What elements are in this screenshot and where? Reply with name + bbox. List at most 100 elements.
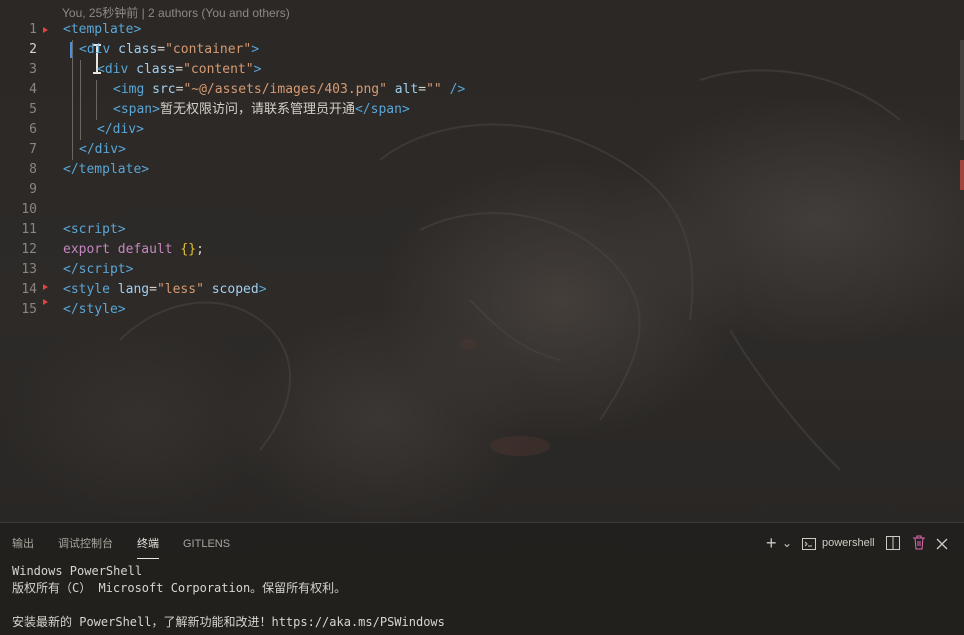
tab-terminal[interactable]: 终端	[137, 535, 159, 559]
code-line-12[interactable]: export default {};	[63, 240, 204, 260]
code-line-2[interactable]: <div class="container">	[79, 40, 259, 60]
terminal-line: 安装最新的 PowerShell，了解新功能和改进！https://aka.ms…	[12, 615, 445, 629]
attr-name: scoped	[203, 282, 259, 297]
attr-name: lang	[109, 282, 150, 297]
tag-bracket: >	[253, 62, 262, 77]
tag-bracket: >	[136, 122, 144, 137]
terminal-line: Windows PowerShell	[12, 564, 143, 578]
line-number: 5	[29, 102, 37, 117]
tag-bracket: <	[97, 62, 105, 77]
scrollbar-change-marker	[960, 160, 964, 190]
tab-gitlens[interactable]: GITLENS	[183, 535, 230, 553]
line-number: 7	[29, 142, 37, 157]
text-cursor	[70, 42, 72, 58]
attr-name: class	[110, 42, 158, 57]
tag-name: div	[86, 42, 111, 57]
tab-debug-console[interactable]: 调试控制台	[58, 535, 113, 553]
tag-bracket: >	[258, 282, 267, 297]
span-text: 暂无权限访问，请联系管理员开通	[159, 102, 355, 117]
braces: {}	[180, 242, 197, 257]
line-number: 8	[29, 162, 37, 177]
tag-name: template	[70, 22, 134, 37]
code-line-8[interactable]: </template>	[63, 160, 149, 180]
attr-value: "content"	[183, 62, 254, 77]
indent-guide	[72, 40, 73, 160]
tag-bracket: >	[401, 102, 410, 117]
line-number: 12	[21, 242, 37, 257]
diff-deleted-marker[interactable]	[43, 284, 48, 290]
terminal-line: 版权所有（C） Microsoft Corporation。保留所有权利。	[12, 581, 347, 595]
code-line-5[interactable]: <span>暂无权限访问，请联系管理员开通</span>	[113, 100, 410, 120]
attr-name: alt	[386, 82, 419, 97]
code-line-3[interactable]: <div class="content">	[97, 60, 261, 80]
code-line-1[interactable]: <template>	[63, 20, 141, 40]
tag-bracket: >	[133, 22, 142, 37]
equals: =	[149, 282, 157, 297]
line-number: 9	[29, 182, 37, 197]
tag-bracket: </	[97, 122, 113, 137]
attr-name: src	[144, 82, 176, 97]
trash-icon[interactable]	[912, 535, 926, 550]
line-number: 10	[21, 202, 37, 217]
bottom-panel: 输出 调试控制台 终端 GITLENS + ⌄ powershell Windo…	[0, 522, 964, 635]
tag-bracket: <	[63, 222, 71, 237]
code-line-7[interactable]: </div>	[79, 140, 126, 160]
code-line-4[interactable]: <img src="~@/assets/images/403.png" alt=…	[113, 80, 465, 100]
indent-guide	[96, 80, 97, 120]
line-number: 14	[21, 282, 37, 297]
tab-output[interactable]: 输出	[12, 535, 34, 553]
tag-name: span	[120, 102, 153, 117]
line-number: 4	[29, 82, 37, 97]
attr-value: "container"	[165, 42, 252, 57]
tag-bracket: <	[113, 82, 121, 97]
terminal-icon[interactable]	[802, 536, 816, 550]
tag-bracket: <	[63, 22, 71, 37]
editor-scrollbar[interactable]	[960, 40, 964, 140]
line-number: 6	[29, 122, 37, 137]
tag-bracket: >	[118, 142, 126, 157]
code-line-13[interactable]: </script>	[63, 260, 133, 280]
tag-name: script	[78, 262, 126, 277]
line-number: 13	[21, 262, 37, 277]
code-line-14[interactable]: <style lang="less" scoped>	[63, 280, 267, 300]
equals: =	[418, 82, 427, 97]
close-icon[interactable]	[936, 536, 948, 550]
tag-name: script	[70, 222, 118, 237]
attr-value: "less"	[156, 282, 204, 297]
tag-name: div	[94, 142, 119, 157]
tag-bracket: <	[79, 42, 87, 57]
plus-icon[interactable]: +	[766, 533, 777, 553]
diff-deleted-marker[interactable]	[43, 299, 48, 305]
chevron-down-icon[interactable]: ⌄	[782, 533, 792, 553]
tag-bracket: </	[63, 302, 79, 317]
code-editor[interactable]: You, 25秒钟前 | 2 authors (You and others) …	[0, 0, 964, 522]
attr-value: "~@/assets/images/403.png"	[183, 82, 387, 97]
code-line-11[interactable]: <script>	[63, 220, 126, 240]
diff-deleted-marker[interactable]	[43, 27, 48, 33]
code-line-15[interactable]: </style>	[63, 300, 126, 320]
semicolon: ;	[196, 242, 204, 257]
indent-guide	[80, 60, 81, 140]
tag-bracket: <	[113, 102, 121, 117]
tag-name: span	[370, 102, 402, 117]
tag-bracket: </	[63, 162, 79, 177]
tag-name: style	[70, 282, 110, 297]
equals: =	[175, 62, 184, 77]
line-number-active: 2	[29, 42, 37, 57]
shell-name[interactable]: powershell	[822, 533, 875, 553]
tag-bracket: </	[79, 142, 95, 157]
tag-name: div	[112, 122, 137, 137]
terminal-output[interactable]: Windows PowerShell 版权所有（C） Microsoft Cor…	[12, 563, 952, 631]
tag-name: div	[104, 62, 129, 77]
keyword: export	[63, 242, 110, 257]
attr-value: ""	[426, 82, 442, 97]
tag-bracket: >	[141, 162, 150, 177]
tag-bracket: >	[152, 102, 160, 117]
line-number: 11	[21, 222, 37, 237]
split-icon[interactable]	[886, 536, 900, 550]
tag-bracket: >	[117, 302, 126, 317]
panel-tabs: 输出 调试控制台 终端 GITLENS	[0, 523, 700, 561]
equals: =	[157, 42, 166, 57]
code-line-6[interactable]: </div>	[97, 120, 144, 140]
